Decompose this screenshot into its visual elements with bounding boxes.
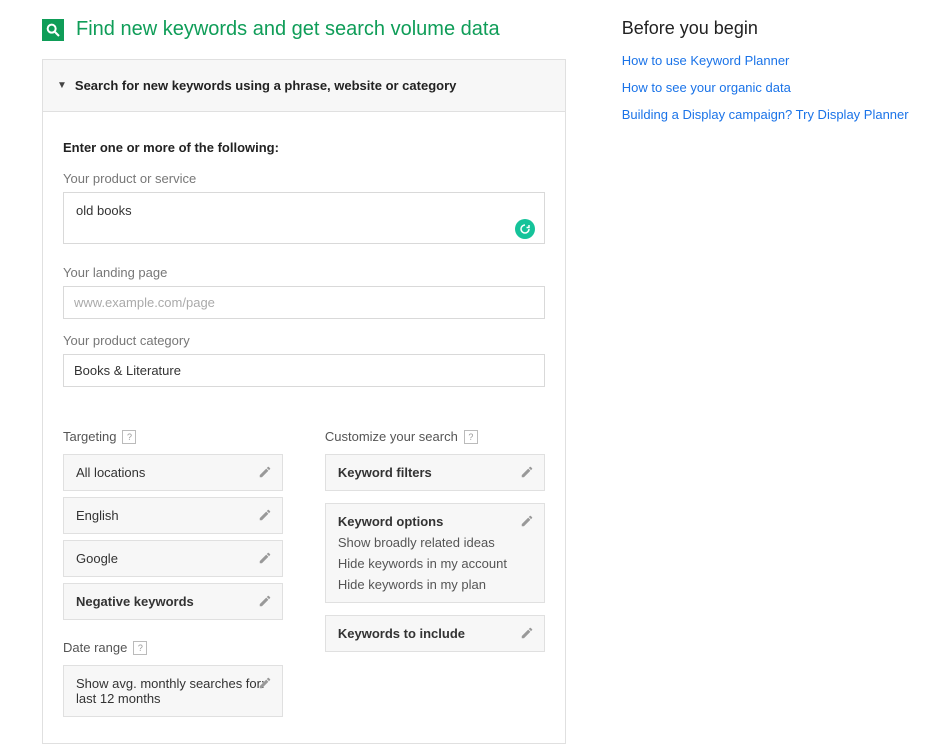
link-organic-data[interactable]: How to see your organic data: [622, 80, 935, 95]
page-title: Find new keywords and get search volume …: [76, 18, 500, 41]
sidebar-heading: Before you begin: [622, 18, 935, 39]
main-column: Find new keywords and get search volume …: [42, 18, 566, 744]
customize-column: Customize your search ? Keyword filters …: [325, 429, 545, 723]
search-panel: ▼ Search for new keywords using a phrase…: [42, 59, 566, 744]
network-option[interactable]: Google: [63, 540, 283, 577]
page-title-row: Find new keywords and get search volume …: [42, 18, 566, 41]
enter-label: Enter one or more of the following:: [63, 140, 545, 155]
language-option[interactable]: English: [63, 497, 283, 534]
option-line: Show broadly related ideas: [338, 535, 532, 550]
keywords-to-include-option[interactable]: Keywords to include: [325, 615, 545, 652]
chevron-down-icon: ▼: [57, 80, 67, 91]
customize-heading-text: Customize your search: [325, 429, 458, 444]
pencil-icon: [258, 465, 272, 482]
link-display-planner[interactable]: Building a Display campaign? Try Display…: [622, 107, 935, 122]
pencil-icon: [258, 508, 272, 525]
product-category-label: Your product category: [63, 333, 545, 348]
targeting-heading: Targeting ?: [63, 429, 283, 444]
date-range-text: Show avg. monthly searches for: last 12 …: [76, 676, 265, 706]
keyword-filters-option[interactable]: Keyword filters: [325, 454, 545, 491]
help-icon[interactable]: ?: [122, 430, 136, 444]
options-columns: Targeting ? All locations English Go: [63, 429, 545, 723]
panel-header[interactable]: ▼ Search for new keywords using a phrase…: [43, 60, 565, 112]
locations-option[interactable]: All locations: [63, 454, 283, 491]
locations-text: All locations: [76, 465, 145, 480]
language-text: English: [76, 508, 119, 523]
landing-page-label: Your landing page: [63, 265, 545, 280]
customize-heading: Customize your search ?: [325, 429, 545, 444]
pencil-icon: [258, 676, 272, 693]
product-service-input[interactable]: [63, 192, 545, 244]
date-range-option[interactable]: Show avg. monthly searches for: last 12 …: [63, 665, 283, 717]
negative-keywords-option[interactable]: Negative keywords: [63, 583, 283, 620]
keyword-options-title: Keyword options: [338, 514, 443, 529]
date-range-heading: Date range ?: [63, 640, 283, 655]
keywords-to-include-text: Keywords to include: [338, 626, 465, 641]
pencil-icon: [520, 514, 534, 531]
keyword-filters-text: Keyword filters: [338, 465, 432, 480]
product-service-label: Your product or service: [63, 171, 545, 186]
landing-page-input[interactable]: [63, 286, 545, 319]
pencil-icon: [520, 626, 534, 643]
help-icon[interactable]: ?: [133, 641, 147, 655]
panel-header-title: Search for new keywords using a phrase, …: [75, 78, 456, 93]
link-how-to-use[interactable]: How to use Keyword Planner: [622, 53, 935, 68]
pencil-icon: [520, 465, 534, 482]
grammarly-icon[interactable]: [515, 219, 535, 239]
product-service-wrap: [63, 192, 545, 247]
sidebar: Before you begin How to use Keyword Plan…: [622, 18, 935, 744]
option-line: Hide keywords in my account: [338, 556, 532, 571]
targeting-heading-text: Targeting: [63, 429, 116, 444]
network-text: Google: [76, 551, 118, 566]
help-icon[interactable]: ?: [464, 430, 478, 444]
search-icon: [42, 19, 64, 41]
targeting-column: Targeting ? All locations English Go: [63, 429, 283, 723]
pencil-icon: [258, 551, 272, 568]
keyword-options-option[interactable]: Keyword options Show broadly related ide…: [325, 503, 545, 603]
panel-body: Enter one or more of the following: Your…: [43, 112, 565, 743]
option-line: Hide keywords in my plan: [338, 577, 532, 592]
product-category-input[interactable]: [63, 354, 545, 387]
negative-keywords-text: Negative keywords: [76, 594, 194, 609]
date-range-heading-text: Date range: [63, 640, 127, 655]
